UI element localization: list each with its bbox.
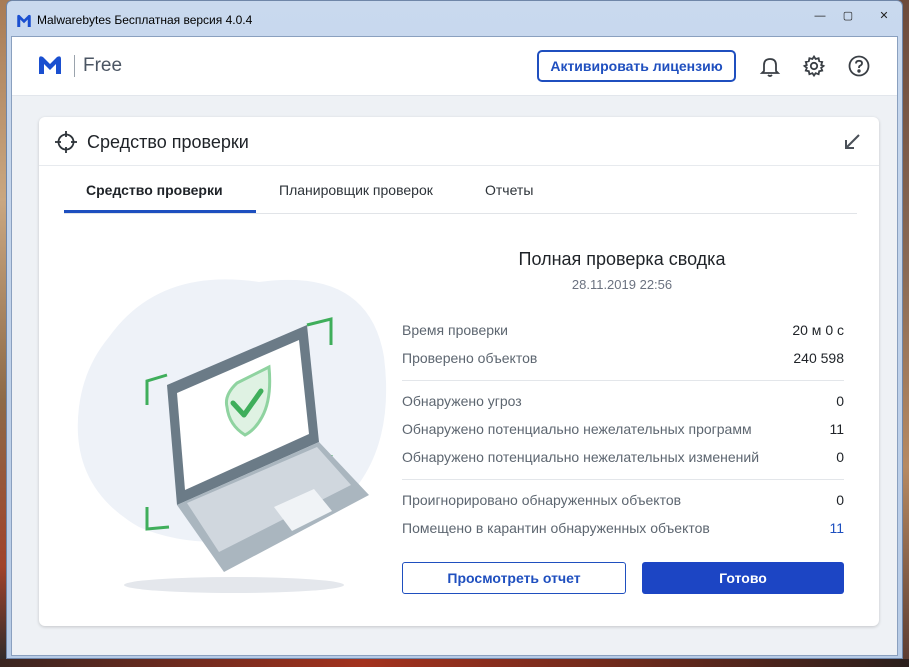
malwarebytes-logo-icon [17, 14, 31, 27]
tab-bar: Средство проверки Планировщик проверок О… [64, 165, 857, 214]
close-button[interactable]: ✕ [871, 8, 897, 26]
app-header: Free Активировать лицензию [12, 37, 897, 96]
row-label: Обнаружено потенциально нежелательных пр… [402, 421, 752, 437]
row-value: 20 м 0 с [792, 322, 844, 338]
quarantined-count-link[interactable]: 11 [829, 520, 844, 536]
card-header: Средство проверки [39, 117, 879, 166]
summary-row-threats: Обнаружено угроз 0 [402, 393, 844, 413]
row-value: 11 [829, 421, 844, 437]
app-client-area: Free Активировать лицензию Средство пров… [11, 36, 898, 656]
row-label: Помещено в карантин обнаруженных объекто… [402, 520, 710, 536]
row-label: Проверено объектов [402, 350, 538, 366]
row-value: 0 [836, 449, 844, 465]
summary-divider [402, 479, 844, 480]
activate-license-button[interactable]: Активировать лицензию [537, 50, 736, 82]
summary-title: Полная проверка сводка [518, 249, 726, 269]
row-label: Проигнорировано обнаруженных объектов [402, 492, 682, 508]
row-label: Время проверки [402, 322, 508, 338]
maximize-button[interactable]: ▢ [835, 8, 861, 26]
protected-laptop-illustration [77, 279, 387, 593]
summary-row-pup: Обнаружено потенциально нежелательных пр… [402, 421, 844, 441]
tab-scanner[interactable]: Средство проверки [86, 182, 223, 198]
scanner-card: Средство проверки Средство проверки План… [39, 117, 879, 626]
brand-edition: Free [83, 55, 123, 76]
summary-row-pum: Обнаружено потенциально нежелательных из… [402, 449, 844, 469]
card-title: Средство проверки [87, 132, 249, 152]
crosshair-icon [55, 131, 77, 153]
bell-icon[interactable] [758, 54, 782, 78]
desktop-background-bottom [0, 659, 909, 667]
brand-divider [74, 55, 75, 77]
row-value: 0 [836, 492, 844, 508]
minimize-button[interactable]: — [807, 8, 833, 26]
done-button[interactable]: Готово [642, 562, 844, 594]
summary-row-scan-time: Время проверки 20 м 0 с [402, 322, 844, 342]
collapse-arrow-icon[interactable] [843, 133, 861, 151]
summary-date: 28.11.2019 22:56 [571, 277, 673, 292]
summary-row-objects-scanned: Проверено объектов 240 598 [402, 350, 844, 370]
help-icon[interactable] [847, 54, 871, 78]
tab-reports[interactable]: Отчеты [485, 182, 533, 198]
gear-icon[interactable] [802, 54, 826, 78]
view-report-button[interactable]: Просмотреть отчет [402, 562, 626, 594]
row-label: Обнаружено потенциально нежелательных из… [402, 449, 760, 465]
summary-row-ignored: Проигнорировано обнаруженных объектов 0 [402, 492, 844, 512]
row-label: Обнаружено угроз [402, 393, 522, 409]
summary-divider [402, 380, 844, 381]
row-value: 0 [836, 393, 844, 409]
active-tab-indicator [64, 210, 256, 213]
window-title: Malwarebytes Бесплатная версия 4.0.4 [37, 13, 253, 27]
malwarebytes-logo-icon [39, 56, 61, 74]
tab-scan-scheduler[interactable]: Планировщик проверок [279, 182, 433, 198]
title-bar[interactable]: Malwarebytes Бесплатная версия 4.0.4 — ▢… [7, 1, 902, 37]
row-value: 240 598 [793, 350, 844, 366]
app-window: Malwarebytes Бесплатная версия 4.0.4 — ▢… [6, 0, 903, 659]
summary-row-quarantined: Помещено в карантин обнаруженных объекто… [402, 520, 844, 540]
